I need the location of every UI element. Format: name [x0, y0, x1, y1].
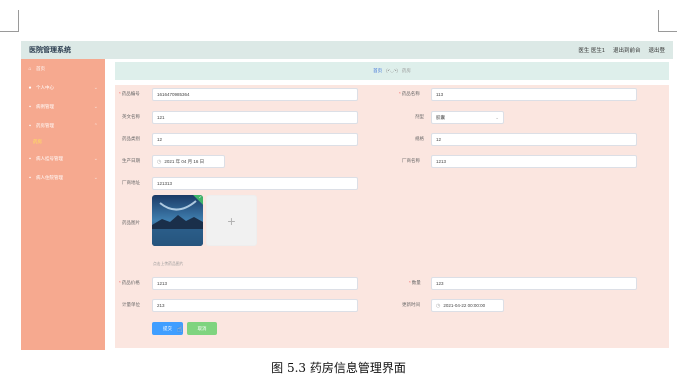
calendar-icon: ◷	[157, 158, 162, 165]
dosage-form-value: 胶囊	[436, 114, 445, 120]
price-input[interactable]: 1213	[152, 277, 358, 290]
sidebar-item-home[interactable]: ⌂ 首页	[21, 59, 105, 78]
production-date-picker[interactable]: ◷ 2021 年 04 月 16 日	[152, 155, 225, 168]
drug-name-input[interactable]: 113	[431, 88, 637, 101]
chevron-up-icon: ⌃	[93, 122, 98, 129]
folder-icon: ▪	[29, 174, 31, 181]
manufacturer-label: 厂商名称	[402, 158, 420, 163]
clock-icon: ◷	[436, 302, 441, 309]
chevron-down-icon: ⌄	[93, 155, 98, 162]
crop-mark-top-right	[658, 10, 677, 32]
logout-link[interactable]: 退出登	[648, 46, 665, 54]
app-screenshot: 医院管理系统 医生 医生1 退出到前台 退出登 ⌂ 首页 ● 个人中心 ⌄ ▪ …	[21, 41, 673, 350]
production-date-value: 2021 年 04 月 16 日	[164, 158, 205, 164]
dosage-form-label: 剂型	[415, 114, 424, 119]
folder-icon: ▪	[29, 122, 31, 129]
unit-input[interactable]: 213	[152, 299, 358, 312]
updated-at-value: 2021-04-22 00:00:00	[443, 303, 486, 308]
sidebar-item-label: 药房管理	[36, 122, 54, 128]
folder-icon: ▪	[29, 155, 31, 162]
drug-category-label: 药品类别	[122, 136, 140, 141]
cancel-button[interactable]: 取消	[187, 322, 217, 335]
home-icon: ⌂	[28, 65, 32, 72]
breadcrumb-home[interactable]: 首页	[373, 68, 382, 74]
plus-icon: +	[227, 212, 236, 229]
hand-cursor-icon: ☝	[177, 324, 183, 334]
sidebar-item-pharmacy[interactable]: ▪ 药房管理 ⌃	[21, 116, 105, 135]
sidebar: ⌂ 首页 ● 个人中心 ⌄ ▪ 病例管理 ⌄ ▪ 药房管理 ⌃ 药房 ▪ 病人挂…	[21, 59, 105, 350]
drug-image-label: 药品图片	[122, 220, 140, 225]
specification-input[interactable]: 12	[431, 133, 637, 146]
breadcrumb: 首页 (•'◡'•) 药房	[115, 62, 669, 80]
drug-image-thumbnail[interactable]: ✓	[152, 195, 203, 246]
chevron-down-icon: ⌄	[93, 103, 98, 110]
document-page: 医院管理系统 医生 医生1 退出到前台 退出登 ⌂ 首页 ● 个人中心 ⌄ ▪ …	[0, 0, 677, 382]
image-upload-hint: 点击上传药品图片	[153, 262, 184, 266]
breadcrumb-separator: (•'◡'•)	[386, 68, 398, 73]
main-content: 首页 (•'◡'•) 药房 *药品编号 1616470985364 *药品名称 …	[105, 59, 673, 350]
exit-frontend-link[interactable]: 退出到前台	[613, 46, 641, 54]
sidebar-item-registration[interactable]: ▪ 病人挂号管理 ⌄	[21, 149, 105, 168]
english-name-input[interactable]: 121	[152, 111, 358, 124]
quantity-input[interactable]: 123	[431, 277, 637, 290]
sidebar-item-inpatient[interactable]: ▪ 病人住院管理 ⌄	[21, 168, 105, 187]
updated-at-label: 更新时间	[402, 302, 420, 307]
sidebar-item-label: 首页	[36, 65, 45, 71]
sidebar-item-label: 个人中心	[36, 84, 54, 90]
top-bar: 医院管理系统 医生 医生1 退出到前台 退出登	[21, 41, 673, 59]
sidebar-subitem-label: 药房	[33, 139, 42, 144]
unit-label: 计量单位	[122, 302, 140, 307]
production-date-label: 生产日期	[122, 158, 140, 163]
drug-code-input[interactable]: 1616470985364	[152, 88, 358, 101]
manufacturer-address-label: 厂商地址	[122, 180, 140, 185]
chevron-down-icon: ⌄	[93, 84, 98, 91]
sidebar-item-label: 病人住院管理	[36, 174, 63, 180]
chevron-down-icon: ⌄	[93, 174, 98, 181]
specification-label: 规格	[415, 136, 424, 141]
crop-mark-top-left	[0, 10, 19, 32]
sidebar-item-cases[interactable]: ▪ 病例管理 ⌄	[21, 97, 105, 116]
check-icon: ✓	[198, 195, 202, 200]
english-name-label: 英文名称	[122, 114, 140, 119]
landscape-image	[152, 195, 203, 246]
manufacturer-address-input[interactable]: 121313	[152, 177, 358, 190]
sidebar-item-label: 病人挂号管理	[36, 155, 63, 161]
folder-icon: ▪	[29, 103, 31, 110]
drug-category-input[interactable]: 12	[152, 133, 358, 146]
sidebar-item-label: 病例管理	[36, 103, 54, 109]
pharmacy-form: *药品编号 1616470985364 *药品名称 113 英文名称 121 剂…	[115, 85, 669, 348]
price-label: *药品价格	[119, 280, 140, 285]
updated-at-picker[interactable]: ◷ 2021-04-22 00:00:00	[431, 299, 504, 312]
figure-caption: 图 5.3 药房信息管理界面	[271, 361, 406, 375]
image-upload-button[interactable]: +	[206, 195, 257, 246]
current-user: 医生 医生1	[578, 48, 605, 54]
dosage-form-select[interactable]: 胶囊 ⌄	[431, 111, 504, 124]
manufacturer-input[interactable]: 1213	[431, 155, 637, 168]
drug-name-label: *药品名称	[399, 91, 420, 96]
drug-code-label: *药品编号	[119, 91, 140, 96]
top-actions: 医生 医生1 退出到前台 退出登	[578, 46, 665, 54]
sidebar-item-profile[interactable]: ● 个人中心 ⌄	[21, 78, 105, 97]
user-icon: ●	[28, 84, 32, 91]
quantity-label: *数量	[409, 280, 421, 285]
chevron-down-icon: ⌄	[495, 114, 499, 120]
app-title: 医院管理系统	[29, 47, 71, 54]
sidebar-subitem-pharmacy[interactable]: 药房	[21, 135, 105, 149]
breadcrumb-current: 药房	[401, 68, 411, 73]
